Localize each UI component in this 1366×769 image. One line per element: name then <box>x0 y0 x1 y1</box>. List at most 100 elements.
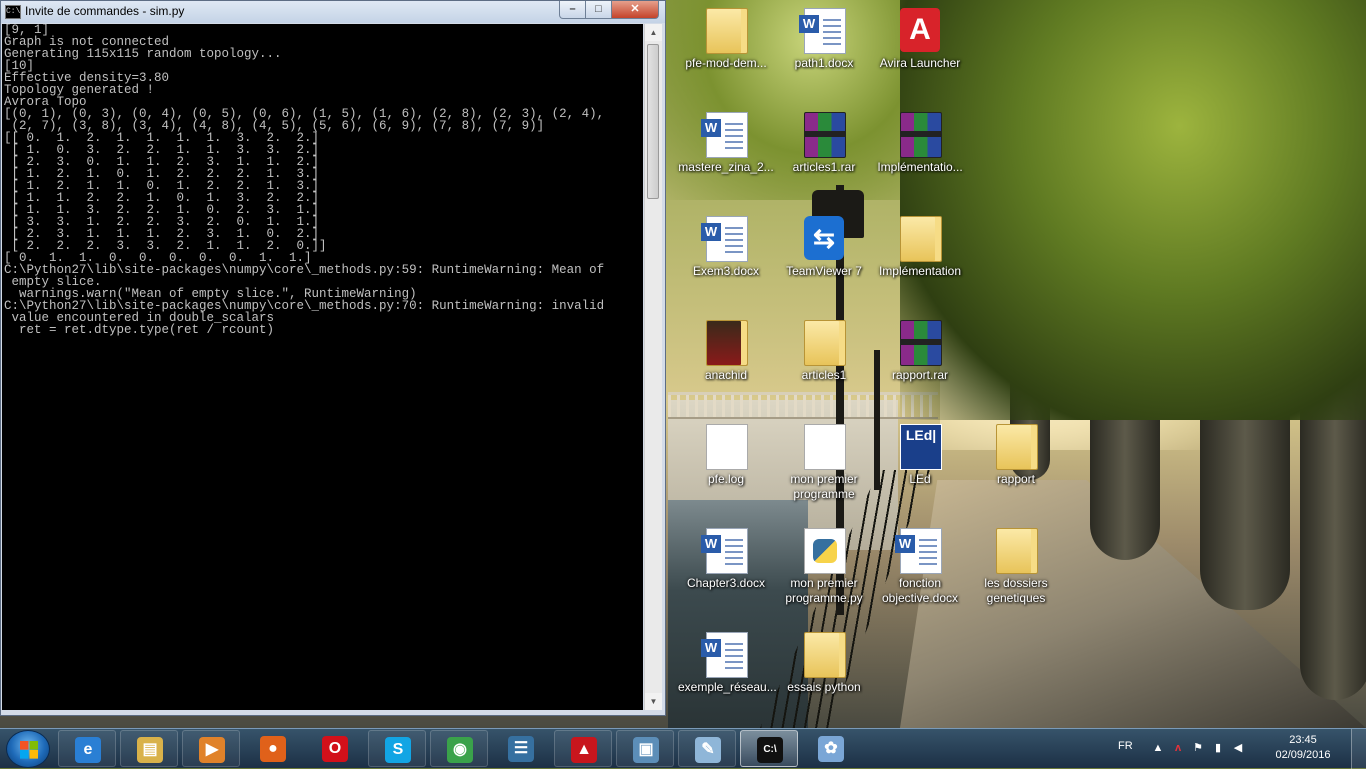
minimize-icon: – <box>569 3 576 15</box>
vertical-scrollbar[interactable]: ▲ ▼ <box>644 24 662 710</box>
teamviewer-icon: ⇆ <box>804 216 844 260</box>
desktop-icon-label: articles1 <box>801 368 847 382</box>
media-player-icon: ▶ <box>199 737 225 763</box>
taskbar-button[interactable]: ▲ <box>554 730 612 767</box>
system-tray: FR ▲ ʌ ⚑ ▮ ◀ 23:45 02/09/2016 <box>1116 729 1366 769</box>
word-document-icon: W <box>701 528 748 574</box>
taskbar-button[interactable]: ◉ <box>430 730 488 767</box>
desktop-icon[interactable]: rapport <box>968 420 1064 520</box>
desktop-icon-label: fonction objective.docx <box>881 576 959 605</box>
folder-icon <box>996 528 1038 574</box>
taskbar-button[interactable]: C:\ <box>740 730 798 767</box>
desktop-icon[interactable]: pfe.log <box>678 420 774 520</box>
desktop-icon-label: Implémentatio... <box>877 160 963 174</box>
desktop-icon-label: Implémentation <box>878 264 962 278</box>
desktop-icon-label: rapport <box>996 472 1036 486</box>
desktop-icon[interactable]: LEd| LEd <box>872 420 968 520</box>
taskbar-button[interactable]: ☰ <box>492 730 550 767</box>
taskbar-button[interactable]: ✿ <box>802 730 860 767</box>
volume-icon[interactable]: ◀ <box>1232 742 1244 754</box>
cmd-icon[interactable]: C:\ <box>5 5 21 19</box>
folder-icon <box>900 216 942 262</box>
desktop-icon-label: pfe-mod-dem... <box>685 56 767 70</box>
scrollbar-thumb[interactable] <box>647 44 659 199</box>
show-desktop-button[interactable] <box>1351 729 1366 769</box>
python-icon: ☰ <box>508 736 534 762</box>
cmd-icon: C:\ <box>757 737 783 763</box>
clock-time: 23:45 <box>1289 734 1317 746</box>
desktop-icon[interactable]: Wmastere_zina_2... <box>678 108 774 208</box>
desktop-icon-label: Chapter3.docx <box>686 576 766 590</box>
desktop-icon[interactable]: Wexemple_réseau... <box>678 628 777 728</box>
desktop-icon[interactable]: Implémentation <box>872 212 968 312</box>
word-document-icon: W <box>799 8 846 54</box>
desktop-icon[interactable]: W Exem3.docx <box>678 212 774 312</box>
taskbar-button[interactable]: ▶ <box>182 730 240 767</box>
taskbar: e ▤ ▶ ● O S ◉ ☰ ▲ ▣ ✎ C:\ ✿ FR ▲ ʌ ⚑ ▮ ◀ 23:45 02/09… <box>0 728 1366 769</box>
folder-icon <box>996 424 1038 470</box>
show-hidden-icons-icon[interactable]: ▲ <box>1152 742 1164 754</box>
folder-icon <box>804 632 846 678</box>
desktop-icon-label: exemple_réseau... <box>678 680 777 694</box>
desktop-icon[interactable]: essais python <box>776 628 872 728</box>
taskbar-button[interactable]: ▣ <box>616 730 674 767</box>
taskbar-button[interactable]: ✎ <box>678 730 736 767</box>
winrar-archive-icon <box>804 112 846 158</box>
taskbar-button[interactable]: S <box>368 730 426 767</box>
clock-date: 02/09/2016 <box>1275 749 1331 761</box>
word-document-icon: W <box>701 216 748 262</box>
desktop-icon[interactable]: mon premier programme <box>776 420 872 520</box>
desktop-icon[interactable]: Implémentatio... <box>872 108 968 208</box>
console-output[interactable]: [9, 1] Graph is not connected Generating… <box>2 24 643 710</box>
desktop-icon-label: pfe.log <box>707 472 745 486</box>
desktop-icon[interactable]: ⇆ TeamViewer 7 <box>776 212 872 312</box>
paint-icon: ✿ <box>818 736 844 762</box>
maximize-button[interactable]: □ <box>585 1 612 19</box>
taskbar-button[interactable]: O <box>306 730 364 767</box>
window-title: Invite de commandes - sim.py <box>25 4 185 18</box>
taskbar-button[interactable]: ▤ <box>120 730 178 767</box>
scroll-up-arrow-icon[interactable]: ▲ <box>645 24 662 41</box>
desktop-icon[interactable]: articles1.rar <box>776 108 872 208</box>
desktop-icon-label: essais python <box>787 680 861 694</box>
folder-icon <box>804 320 846 366</box>
text-file-icon <box>706 424 748 470</box>
desktop-icon-label: rapport.rar <box>891 368 949 382</box>
console-text: [9, 1] Graph is not connected Generating… <box>4 24 605 337</box>
desktop-icon[interactable]: A Avira Launcher <box>872 4 968 104</box>
file-explorer-icon: ▤ <box>137 737 163 763</box>
desktop-icon[interactable]: Wfonction objective.docx <box>872 524 968 624</box>
scroll-down-arrow-icon[interactable]: ▼ <box>645 693 662 710</box>
start-button[interactable] <box>6 730 50 768</box>
desktop-icon-label: Avira Launcher <box>879 56 961 70</box>
desktop-icon-label: mastere_zina_2... <box>678 160 774 174</box>
desktop-icon[interactable]: W Chapter3.docx <box>678 524 774 624</box>
desktop-icon[interactable]: mon premier programme.py <box>776 524 872 624</box>
folder-icon <box>706 320 748 366</box>
desktop-icon[interactable]: anachid <box>678 316 774 416</box>
desktop-icon-label: les dossiers genetiques <box>984 576 1048 605</box>
network-icon[interactable]: ▮ <box>1212 742 1224 754</box>
desktop-icon[interactable]: rapport.rar <box>872 316 968 416</box>
desktop-icon-label: articles1.rar <box>792 160 856 174</box>
close-button[interactable]: ✕ <box>611 1 659 19</box>
window-titlebar[interactable]: C:\ Invite de commandes - sim.py – □ ✕ <box>1 1 665 23</box>
avira-tray-icon[interactable]: ʌ <box>1172 742 1184 754</box>
desktop-icon[interactable]: articles1 <box>776 316 872 416</box>
action-center-flag-icon[interactable]: ⚑ <box>1192 742 1204 754</box>
notepad-icon: ✎ <box>695 737 721 763</box>
desktop-icon-label: anachid <box>704 368 748 382</box>
desktop-icon[interactable]: pfe-mod-dem... <box>678 4 774 104</box>
taskbar-button[interactable]: e <box>58 730 116 767</box>
firefox-icon: ● <box>260 736 286 762</box>
desktop-icon[interactable]: les dossiers genetiques <box>968 524 1064 624</box>
adobe-reader-icon: ▲ <box>571 737 597 763</box>
command-prompt-window[interactable]: C:\ Invite de commandes - sim.py – □ ✕ [… <box>0 0 666 716</box>
word-document-icon: W <box>895 528 942 574</box>
python-file-icon <box>804 528 846 574</box>
desktop-icon[interactable]: Wpath1.docx <box>776 4 872 104</box>
taskbar-button[interactable]: ● <box>244 730 302 767</box>
minimize-button[interactable]: – <box>559 1 586 19</box>
language-indicator[interactable]: FR <box>1118 740 1133 752</box>
clock[interactable]: 23:45 02/09/2016 <box>1268 733 1338 763</box>
